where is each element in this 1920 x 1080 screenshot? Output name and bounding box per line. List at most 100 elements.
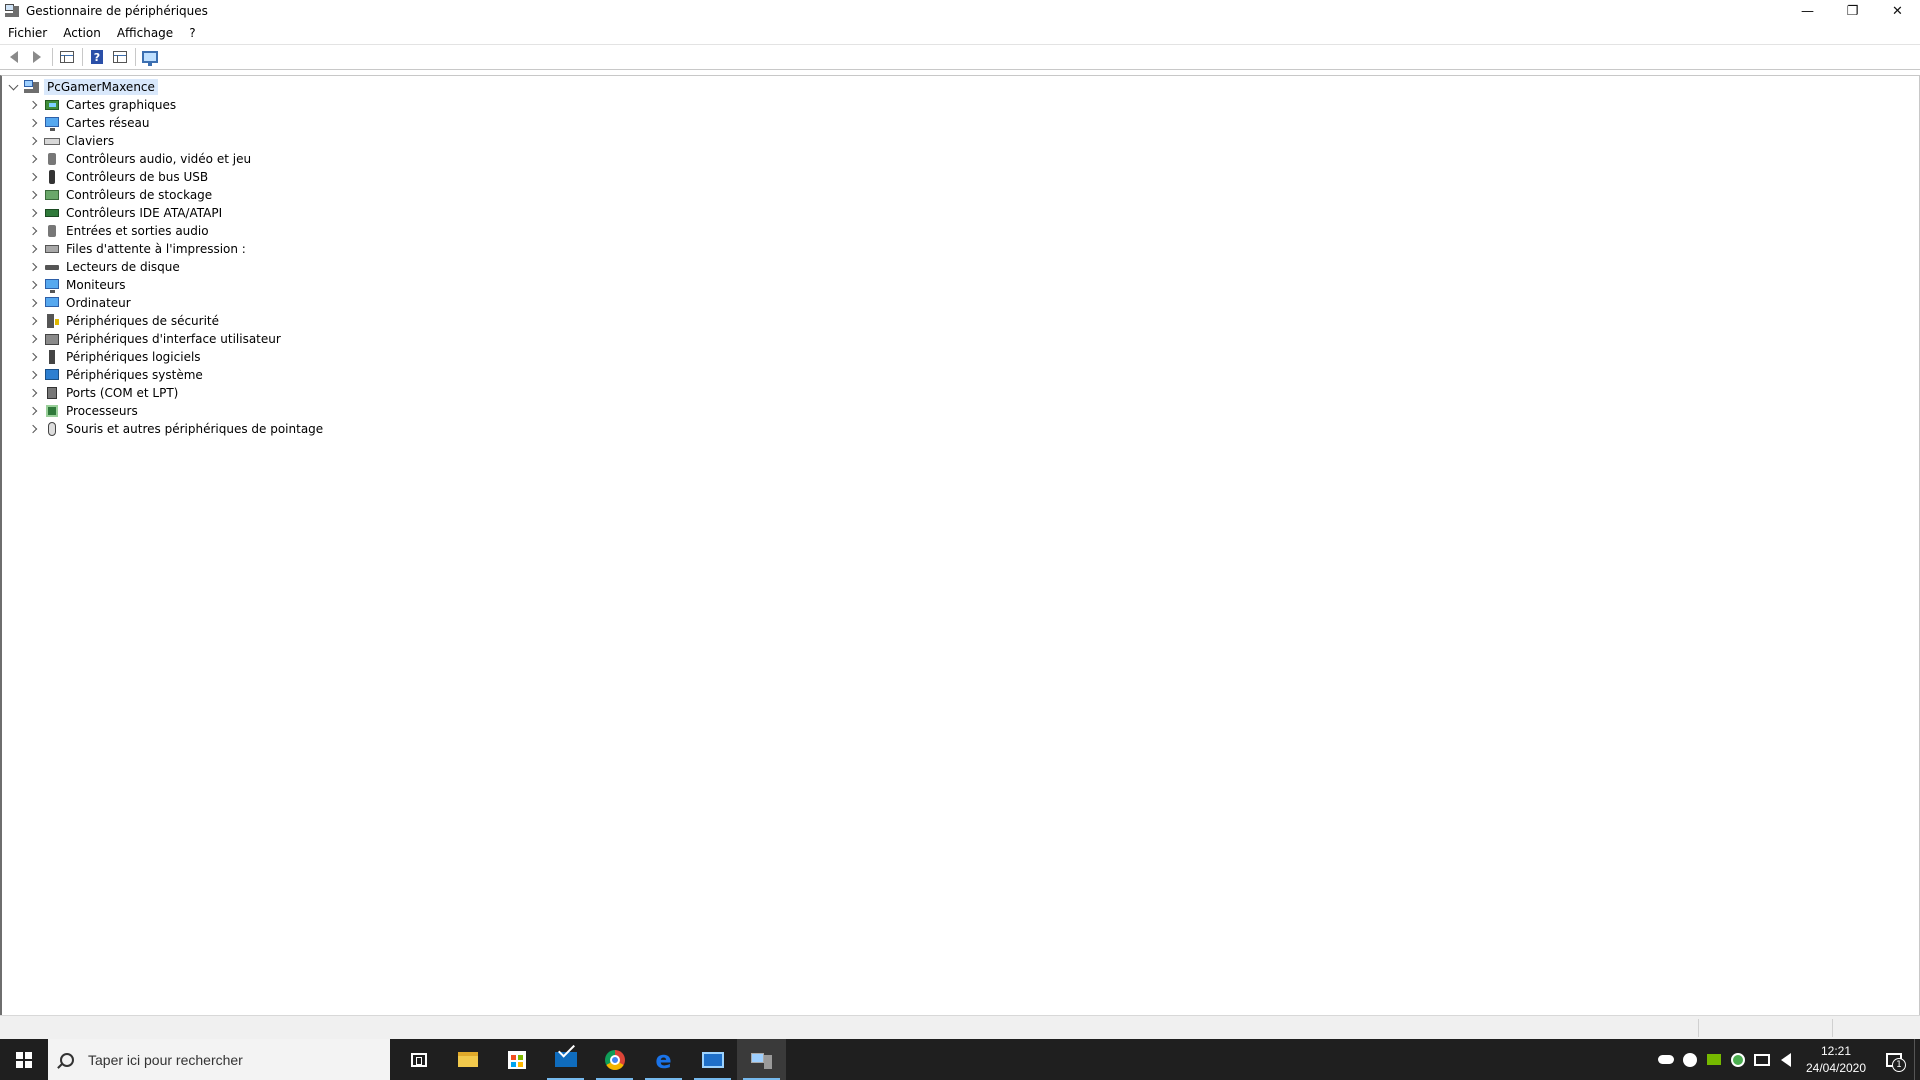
device-manager-taskbar-button[interactable] [737,1039,786,1080]
tree-item-label[interactable]: Lecteurs de disque [64,260,182,274]
store-button[interactable] [492,1039,541,1080]
tree-item-label[interactable]: Processeurs [64,404,140,418]
tree-item-label[interactable]: Entrées et sorties audio [64,224,211,238]
minimize-button[interactable]: — [1785,0,1830,22]
menu-affichage[interactable]: Affichage [109,22,181,44]
restore-button[interactable]: ❐ [1830,0,1875,22]
edge-button[interactable]: e [639,1039,688,1080]
collapse-chevron-icon[interactable] [6,78,20,96]
tree-item-ordinateur[interactable]: Ordinateur [26,294,133,312]
tree-item-label[interactable]: Cartes graphiques [64,98,178,112]
expand-chevron-icon[interactable] [26,258,40,276]
expand-chevron-icon[interactable] [26,366,40,384]
window-title: Gestionnaire de périphériques [26,4,208,18]
notification-count-badge: 1 [1892,1058,1906,1072]
tree-item-claviers[interactable]: Claviers [26,132,116,150]
tree-item-label[interactable]: Files d'attente à l'impression : [64,242,248,256]
menu-help[interactable]: ? [181,22,203,44]
display-adapter-icon [44,97,60,113]
tree-item-label[interactable]: Moniteurs [64,278,128,292]
system-device-icon [44,367,60,383]
control-panel-button[interactable] [688,1039,737,1080]
mail-button[interactable] [541,1039,590,1080]
expand-chevron-icon[interactable] [26,420,40,438]
expand-chevron-icon[interactable] [26,312,40,330]
action-center-button[interactable]: 1 [1874,1039,1914,1080]
view-button[interactable] [110,47,130,67]
expand-chevron-icon[interactable] [26,240,40,258]
tree-item-cartes-reseau[interactable]: Cartes réseau [26,114,151,132]
tree-item-label[interactable]: Ports (COM et LPT) [64,386,180,400]
back-button[interactable] [4,47,24,67]
tree-item-peripheriques-interface[interactable]: Périphériques d'interface utilisateur [26,330,283,348]
tree-item-controleurs-stockage[interactable]: Contrôleurs de stockage [26,186,214,204]
tree-item-entrees-sorties-audio[interactable]: Entrées et sorties audio [26,222,211,240]
tree-item-label[interactable]: Cartes réseau [64,116,151,130]
menu-action[interactable]: Action [55,22,109,44]
tree-item-label[interactable]: Ordinateur [64,296,133,310]
expand-chevron-icon[interactable] [26,294,40,312]
expand-chevron-icon[interactable] [26,276,40,294]
network-button[interactable] [1750,1039,1774,1080]
expand-chevron-icon[interactable] [26,168,40,186]
volume-button[interactable] [1774,1039,1798,1080]
tree-item-label[interactable]: Souris et autres périphériques de pointa… [64,422,325,436]
tree-root[interactable]: PcGamerMaxence [6,78,158,96]
tree-item-label[interactable]: Contrôleurs IDE ATA/ATAPI [64,206,224,220]
start-button[interactable] [0,1039,48,1080]
tree-item-lecteurs-disque[interactable]: Lecteurs de disque [26,258,182,276]
forward-button[interactable] [27,47,47,67]
security-button[interactable] [1726,1039,1750,1080]
show-desktop-button[interactable] [1914,1039,1920,1080]
tree-item-processeurs[interactable]: Processeurs [26,402,140,420]
expand-chevron-icon[interactable] [26,114,40,132]
tree-item-peripheriques-logiciels[interactable]: Périphériques logiciels [26,348,203,366]
tree-item-label[interactable]: Périphériques d'interface utilisateur [64,332,283,346]
expand-chevron-icon[interactable] [26,384,40,402]
tree-item-moniteurs[interactable]: Moniteurs [26,276,128,294]
file-explorer-button[interactable] [443,1039,492,1080]
onedrive-button[interactable] [1654,1039,1678,1080]
task-view-button[interactable] [394,1039,443,1080]
tree-item-peripheriques-securite[interactable]: Périphériques de sécurité [26,312,221,330]
clock[interactable]: 12:21 24/04/2020 [1798,1039,1874,1080]
tree-item-files-impression[interactable]: Files d'attente à l'impression : [26,240,248,258]
tree-item-label[interactable]: Contrôleurs de stockage [64,188,214,202]
tree-item-controleurs-usb[interactable]: Contrôleurs de bus USB [26,168,210,186]
windows-logo-icon [16,1051,32,1068]
steam-button[interactable] [1678,1039,1702,1080]
tree-item-cartes-graphiques[interactable]: Cartes graphiques [26,96,178,114]
tree-item-peripheriques-systeme[interactable]: Périphériques système [26,366,205,384]
chrome-button[interactable] [590,1039,639,1080]
scan-hardware-button[interactable] [140,47,160,67]
expand-chevron-icon[interactable] [26,330,40,348]
tree-item-souris[interactable]: Souris et autres périphériques de pointa… [26,420,325,438]
expand-chevron-icon[interactable] [26,204,40,222]
tree-item-ports[interactable]: Ports (COM et LPT) [26,384,180,402]
tree-root-label[interactable]: PcGamerMaxence [44,79,158,95]
device-tree[interactable]: PcGamerMaxence Cartes graphiques Cartes … [0,75,1920,1015]
properties-button[interactable] [57,47,77,67]
expand-chevron-icon[interactable] [26,348,40,366]
help-button[interactable]: ? [87,47,107,67]
tree-item-controleurs-ide[interactable]: Contrôleurs IDE ATA/ATAPI [26,204,224,222]
menu-fichier[interactable]: Fichier [0,22,55,44]
expand-chevron-icon[interactable] [26,186,40,204]
expand-chevron-icon[interactable] [26,222,40,240]
network-adapter-icon [44,115,60,131]
tree-item-label[interactable]: Contrôleurs de bus USB [64,170,210,184]
expand-chevron-icon[interactable] [26,132,40,150]
close-button[interactable]: ✕ [1875,0,1920,22]
expand-chevron-icon[interactable] [26,96,40,114]
tree-item-label[interactable]: Claviers [64,134,116,148]
device-manager-icon [750,1051,773,1069]
nvidia-button[interactable] [1702,1039,1726,1080]
search-box[interactable]: Taper ici pour rechercher [48,1039,390,1080]
tree-item-controleurs-audio[interactable]: Contrôleurs audio, vidéo et jeu [26,150,253,168]
tree-item-label[interactable]: Périphériques de sécurité [64,314,221,328]
expand-chevron-icon[interactable] [26,150,40,168]
tree-item-label[interactable]: Contrôleurs audio, vidéo et jeu [64,152,253,166]
expand-chevron-icon[interactable] [26,402,40,420]
tree-item-label[interactable]: Périphériques logiciels [64,350,203,364]
tree-item-label[interactable]: Périphériques système [64,368,205,382]
